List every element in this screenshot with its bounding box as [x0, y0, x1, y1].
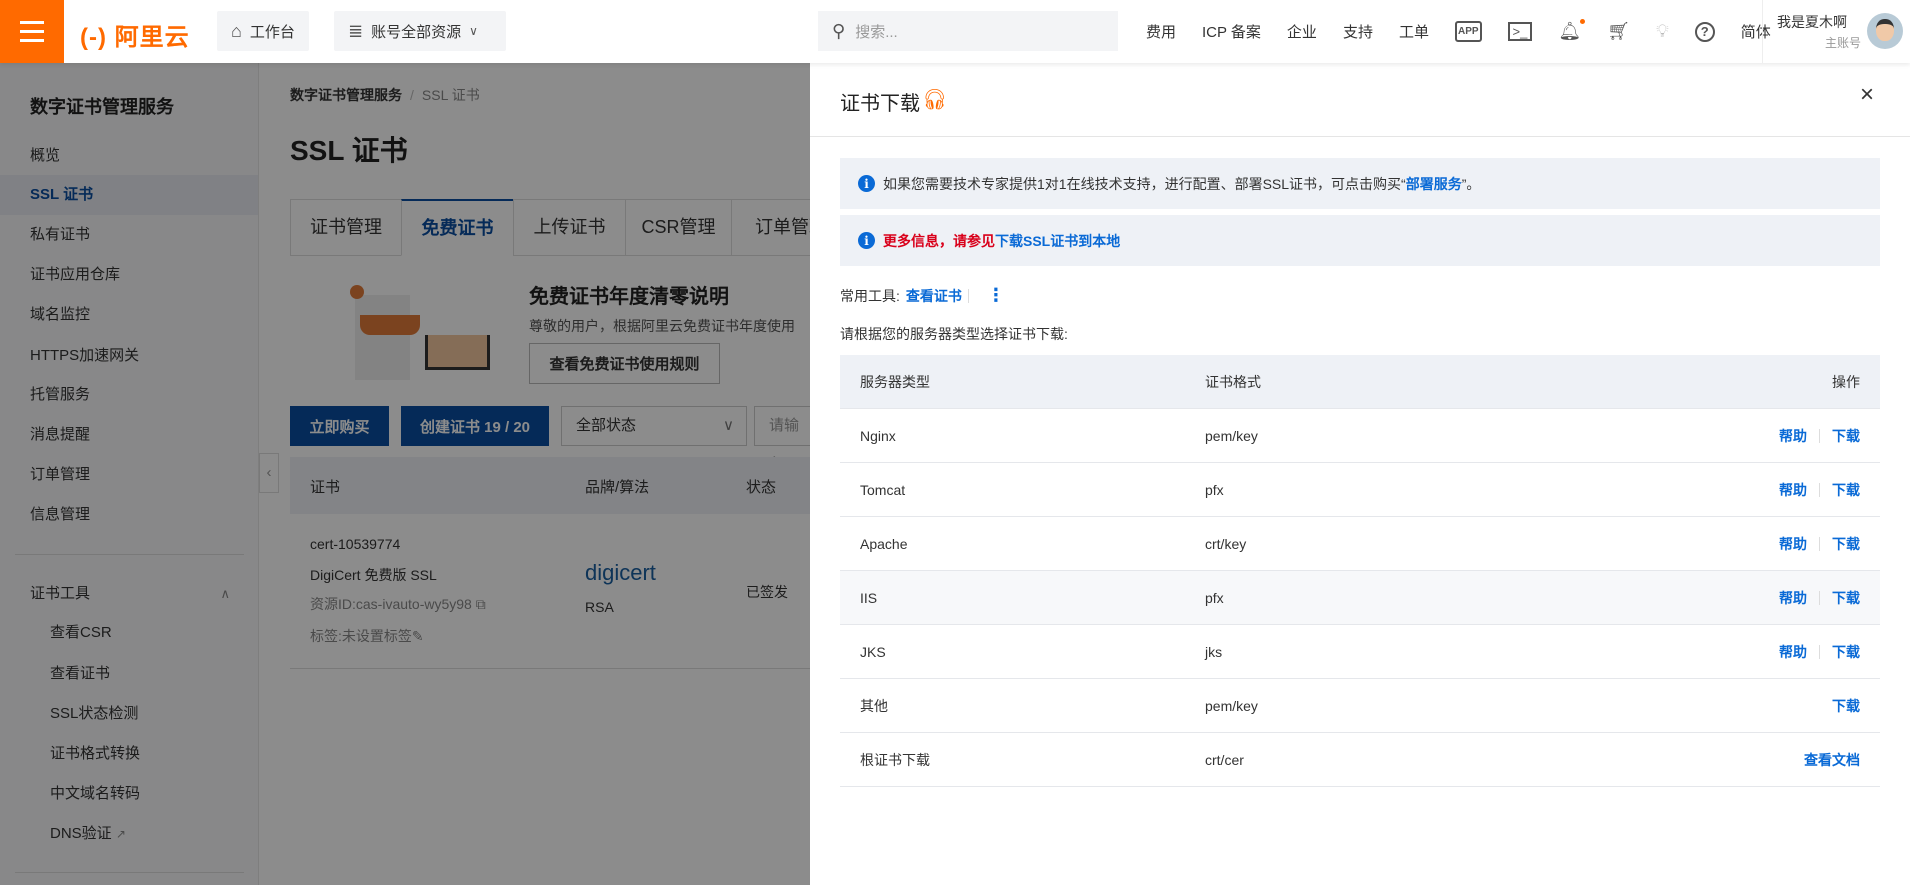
download-link[interactable]: 下载 [1832, 409, 1860, 463]
server-type: Apache [860, 536, 908, 552]
col-server-type: 服务器类型 [860, 374, 930, 390]
col-action: 操作 [1832, 374, 1860, 390]
cert-format: pem/key [1205, 428, 1258, 444]
view-doc-link[interactable]: 查看文档 [1804, 733, 1860, 787]
avatar [1867, 13, 1903, 49]
help-link[interactable]: 帮助 [1779, 409, 1807, 463]
row-actions: 帮助 下载 [1779, 463, 1860, 517]
server-type: JKS [860, 644, 886, 660]
nav-ticket[interactable]: 工单 [1399, 21, 1429, 42]
chevron-down-icon: ∨ [469, 24, 478, 38]
nav-enterprise[interactable]: 企业 [1287, 21, 1317, 42]
top-bar: (-) 阿里云 ⌂ 工作台 ≣ 账号全部资源 ∨ ⚲ 搜索... 费用 ICP 备案 企… [0, 0, 1910, 63]
info-icon: i [858, 175, 875, 192]
drawer-title: 证书下载 [840, 93, 920, 115]
stack-icon: ≣ [348, 20, 364, 41]
cert-format: pem/key [1205, 698, 1258, 714]
help-link[interactable]: 帮助 [1779, 463, 1807, 517]
download-link[interactable]: 下载 [1832, 517, 1860, 571]
bell-icon[interactable]: 🔔︎ [1558, 19, 1586, 42]
tools-label: 常用工具: [840, 287, 900, 304]
terminal-icon[interactable]: >_ [1507, 22, 1533, 41]
help-link[interactable]: 帮助 [1779, 571, 1807, 625]
tools-bar: 常用工具: 查看证书 ⋮ [840, 285, 1005, 306]
more-vertical-icon[interactable]: ⋮ [987, 285, 1005, 306]
nav-fees[interactable]: 费用 [1146, 21, 1176, 42]
row-actions: 查看文档 [1804, 733, 1860, 787]
search-icon: ⚲ [832, 20, 846, 41]
workbench-button[interactable]: ⌂ 工作台 [217, 11, 309, 51]
table-row: Apache crt/key 帮助 下载 [840, 517, 1880, 571]
row-actions: 帮助 下载 [1779, 625, 1860, 679]
row-actions: 帮助 下载 [1779, 517, 1860, 571]
drawer-divider [810, 136, 1910, 137]
table-row: JKS jks 帮助 下载 [840, 625, 1880, 679]
user-role: 主账号 [1825, 36, 1862, 50]
help-link[interactable]: 帮助 [1779, 625, 1807, 679]
server-type: Nginx [860, 428, 896, 444]
download-table-header: 服务器类型 证书格式 操作 [840, 355, 1880, 409]
server-type: Tomcat [860, 482, 906, 498]
info-icon: i [858, 232, 875, 249]
table-row: 根证书下载 crt/cer 查看文档 [840, 733, 1880, 787]
menu-icon[interactable] [0, 0, 64, 63]
cert-format: pfx [1205, 590, 1224, 606]
resources-label: 账号全部资源 [371, 23, 462, 41]
search-placeholder: 搜索... [855, 23, 898, 41]
modal-overlay[interactable] [0, 63, 810, 885]
home-icon: ⌂ [231, 20, 242, 41]
help-link[interactable]: 帮助 [1779, 517, 1807, 571]
help-icon[interactable]: ? [1694, 21, 1715, 42]
cert-download-drawer: 证书下载 🎧︎ × i 如果您需要技术专家提供1对1在线技术支持，进行配置、部署S… [810, 63, 1910, 885]
download-link[interactable]: 下载 [1832, 571, 1860, 625]
download-link[interactable]: 下载 [1832, 625, 1860, 679]
table-row: IIS pfx 帮助 下载 [840, 571, 1880, 625]
instruction-text: 请根据您的服务器类型选择证书下载: [840, 326, 1068, 342]
deploy-service-link[interactable]: 部署服务 [1406, 176, 1462, 192]
cert-format: jks [1205, 644, 1223, 660]
alert-more-info: i 更多信息，请参见 下载SSL证书到本地 [840, 215, 1880, 266]
row-actions: 帮助 下载 [1779, 571, 1860, 625]
table-row: Nginx pem/key 帮助 下载 [840, 409, 1880, 463]
table-row: 其他 pem/key 下载 [840, 679, 1880, 733]
view-cert-link[interactable]: 查看证书 [906, 286, 962, 306]
cert-format: crt/key [1205, 536, 1247, 552]
download-link[interactable]: 下载 [1832, 679, 1860, 733]
col-format: 证书格式 [1205, 374, 1261, 390]
app-icon[interactable]: APP [1454, 21, 1482, 42]
alert-text: 如果您需要技术专家提供1对1在线技术支持，进行配置、部署SSL证书，可点击购买“… [883, 175, 1481, 192]
nav-icp[interactable]: ICP 备案 [1202, 21, 1261, 42]
row-actions: 帮助 下载 [1779, 409, 1860, 463]
user-name: 我是夏木啊 [1777, 14, 1847, 30]
alert-deploy-service: i 如果您需要技术专家提供1对1在线技术支持，进行配置、部署SSL证书，可点击购买… [840, 158, 1880, 209]
lightbulb-icon[interactable]: 💡︎ [1656, 21, 1669, 42]
server-type: 其他 [860, 698, 888, 714]
download-link[interactable]: 下载 [1832, 463, 1860, 517]
table-row: Tomcat pfx 帮助 下载 [840, 463, 1880, 517]
headset-icon[interactable]: 🎧︎ [922, 87, 947, 112]
server-type: IIS [860, 590, 878, 606]
row-actions: 下载 [1832, 679, 1860, 733]
download-guide-link[interactable]: 下载SSL证书到本地 [995, 231, 1120, 251]
cart-icon[interactable]: 🛒︎ [1607, 21, 1630, 42]
nav-support[interactable]: 支持 [1343, 21, 1373, 42]
cert-format: crt/cer [1205, 752, 1244, 768]
close-icon[interactable]: × [1860, 81, 1874, 109]
aliyun-logo[interactable]: (-) 阿里云 [80, 17, 190, 52]
workbench-label: 工作台 [249, 23, 295, 41]
alert-more-info-text: 更多信息，请参见 [883, 232, 995, 249]
user-menu[interactable]: 我是夏木啊 主账号 [1762, 0, 1910, 63]
server-type: 根证书下载 [860, 752, 930, 768]
cert-format: pfx [1205, 482, 1224, 498]
resources-dropdown[interactable]: ≣ 账号全部资源 ∨ [334, 11, 506, 51]
search-input[interactable]: ⚲ 搜索... [818, 11, 1118, 51]
